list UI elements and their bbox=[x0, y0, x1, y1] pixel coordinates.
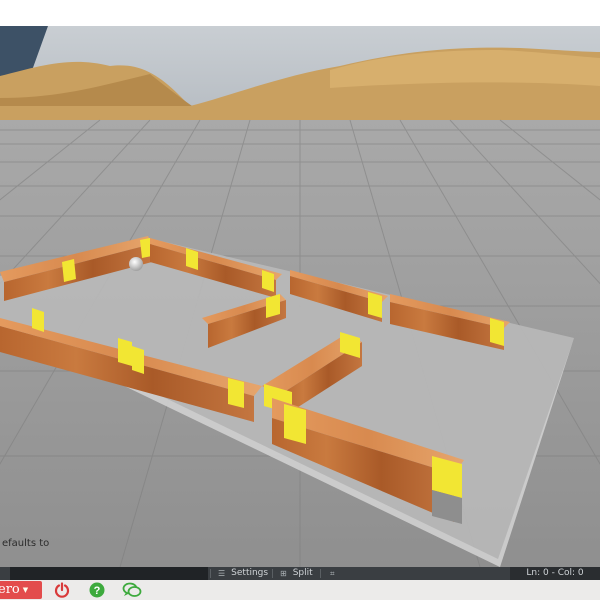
status-left-block bbox=[10, 567, 208, 580]
cursor-position: Ln: 0 - Col: 0 bbox=[510, 567, 600, 580]
help-button[interactable]: ? bbox=[87, 581, 107, 599]
console-output: efaults to bbox=[2, 538, 50, 549]
power-button[interactable] bbox=[52, 581, 72, 599]
chat-button[interactable] bbox=[122, 581, 142, 599]
run-button[interactable]: ero ▼ bbox=[0, 581, 42, 599]
help-icon: ? bbox=[89, 582, 105, 598]
status-separator bbox=[320, 569, 321, 578]
split-tab[interactable]: ⊞ Split bbox=[280, 567, 313, 580]
chevron-down-icon: ▼ bbox=[22, 586, 29, 594]
settings-tab[interactable]: ☰ Settings bbox=[218, 567, 268, 580]
status-bar: ☰ Settings ⊞ Split ⌗ Ln: 0 - Col: 0 bbox=[0, 567, 600, 580]
chat-icon bbox=[122, 582, 142, 597]
list-icon: ☰ bbox=[218, 569, 226, 578]
split-tab-label: Split bbox=[292, 568, 313, 578]
split-icon: ⊞ bbox=[280, 569, 287, 578]
power-icon bbox=[54, 582, 70, 598]
status-separator bbox=[210, 569, 211, 578]
ball bbox=[129, 257, 143, 271]
svg-text:?: ? bbox=[94, 585, 101, 597]
grid-tab[interactable]: ⌗ bbox=[330, 567, 341, 580]
window-top-strip bbox=[0, 0, 600, 26]
status-separator bbox=[272, 569, 273, 578]
bottom-toolbar: ero ▼ ? bbox=[0, 580, 600, 600]
grid-icon: ⌗ bbox=[330, 569, 335, 578]
3d-viewport[interactable] bbox=[0, 26, 600, 567]
settings-tab-label: Settings bbox=[231, 568, 269, 578]
run-button-label: ero bbox=[0, 582, 20, 597]
